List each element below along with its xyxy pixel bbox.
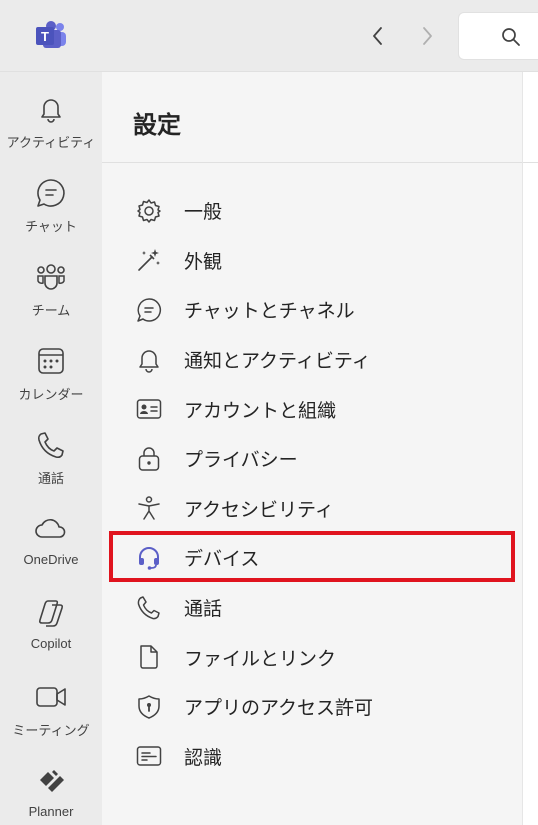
rail-item-planner[interactable]: Planner xyxy=(0,752,102,825)
title-bar: T xyxy=(0,0,538,72)
rail-item-onedrive[interactable]: OneDrive xyxy=(0,500,102,584)
settings-item-label: 一般 xyxy=(184,202,223,224)
settings-item-app-permissions[interactable]: アプリのアクセス許可 xyxy=(102,682,522,732)
bell-icon xyxy=(34,92,68,126)
rail-item-label: チーム xyxy=(31,303,71,318)
settings-item-calls[interactable]: 通話 xyxy=(102,583,522,633)
copilot-icon xyxy=(34,596,68,630)
settings-menu: 一般 外観 チャットとチャネル 通知とアクティビティ アカウントと組織 プライバ… xyxy=(102,186,522,781)
video-icon xyxy=(34,680,68,714)
calendar-icon xyxy=(34,344,68,378)
settings-item-chat-channels[interactable]: チャットとチャネル xyxy=(102,285,522,335)
settings-item-accessibility[interactable]: アクセシビリティ xyxy=(102,484,522,534)
settings-item-appearance[interactable]: 外観 xyxy=(102,236,522,286)
settings-header: 設定 xyxy=(102,72,522,163)
settings-item-label: 通話 xyxy=(184,599,223,621)
cloud-icon xyxy=(34,512,68,546)
content-pane-edge xyxy=(522,72,538,825)
settings-item-label: デバイス xyxy=(184,549,260,571)
chat-icon xyxy=(34,176,68,210)
gear-icon xyxy=(135,197,163,225)
accessibility-icon xyxy=(135,494,163,522)
file-icon xyxy=(135,643,163,671)
lock-icon xyxy=(135,445,163,473)
teams-icon xyxy=(34,260,68,294)
settings-item-label: アカウントと組織 xyxy=(184,400,337,422)
page-title: 設定 xyxy=(133,112,181,139)
settings-item-devices[interactable]: デバイス xyxy=(102,533,522,583)
search-icon xyxy=(501,27,521,47)
content-pane-header xyxy=(523,72,538,163)
svg-text:T: T xyxy=(41,29,49,44)
settings-item-notifications[interactable]: 通知とアクティビティ xyxy=(102,335,522,385)
caption-icon xyxy=(135,742,163,770)
chat-icon xyxy=(135,296,163,324)
rail-item-chat[interactable]: チャット xyxy=(0,164,102,248)
search-input[interactable] xyxy=(458,12,538,60)
settings-item-general[interactable]: 一般 xyxy=(102,186,522,236)
rail-item-label: 通話 xyxy=(37,471,64,486)
bell-icon xyxy=(135,346,163,374)
settings-item-label: 認識 xyxy=(184,747,223,769)
rail-item-label: Copilot xyxy=(30,636,72,651)
settings-item-label: アクセシビリティ xyxy=(184,499,334,521)
phone-icon xyxy=(34,428,68,462)
teams-logo-icon[interactable]: T xyxy=(34,20,68,52)
settings-item-recognition[interactable]: 認識 xyxy=(102,732,522,782)
rail-item-calendar[interactable]: カレンダー xyxy=(0,332,102,416)
rail-item-label: カレンダー xyxy=(18,387,84,402)
settings-panel: 設定 一般 外観 チャットとチャネル 通知とアクティビティ アカウントと組織 プ… xyxy=(102,72,522,825)
settings-item-label: チャットとチャネル xyxy=(184,301,355,323)
rail-item-label: アクティビティ xyxy=(6,135,96,150)
rail-item-meeting[interactable]: ミーティング xyxy=(0,668,102,752)
rail-item-label: チャット xyxy=(25,219,77,234)
rail-item-label: OneDrive xyxy=(23,552,79,567)
planner-icon xyxy=(34,764,68,798)
phone-icon xyxy=(135,594,163,622)
app-rail: アクティビティ チャット チーム カレンダー 通話 OneDrive Copil… xyxy=(0,72,102,825)
headset-icon xyxy=(135,544,163,572)
rail-item-label: ミーティング xyxy=(12,723,90,738)
settings-item-label: アプリのアクセス許可 xyxy=(184,698,374,720)
rail-item-calls[interactable]: 通話 xyxy=(0,416,102,500)
rail-item-activity[interactable]: アクティビティ xyxy=(0,80,102,164)
settings-item-label: ファイルとリンク xyxy=(184,648,337,670)
settings-item-label: プライバシー xyxy=(184,450,298,472)
rail-item-copilot[interactable]: Copilot xyxy=(0,584,102,668)
settings-item-label: 通知とアクティビティ xyxy=(184,351,371,373)
chevron-left-icon[interactable] xyxy=(364,22,392,50)
magic-wand-icon xyxy=(135,246,163,274)
settings-item-files-links[interactable]: ファイルとリンク xyxy=(102,632,522,682)
settings-item-accounts[interactable]: アカウントと組織 xyxy=(102,384,522,434)
id-card-icon xyxy=(135,395,163,423)
shield-key-icon xyxy=(135,693,163,721)
chevron-right-icon[interactable] xyxy=(413,22,441,50)
settings-item-privacy[interactable]: プライバシー xyxy=(102,434,522,484)
settings-item-label: 外観 xyxy=(184,251,223,273)
rail-item-label: Planner xyxy=(28,804,74,819)
rail-item-teams[interactable]: チーム xyxy=(0,248,102,332)
